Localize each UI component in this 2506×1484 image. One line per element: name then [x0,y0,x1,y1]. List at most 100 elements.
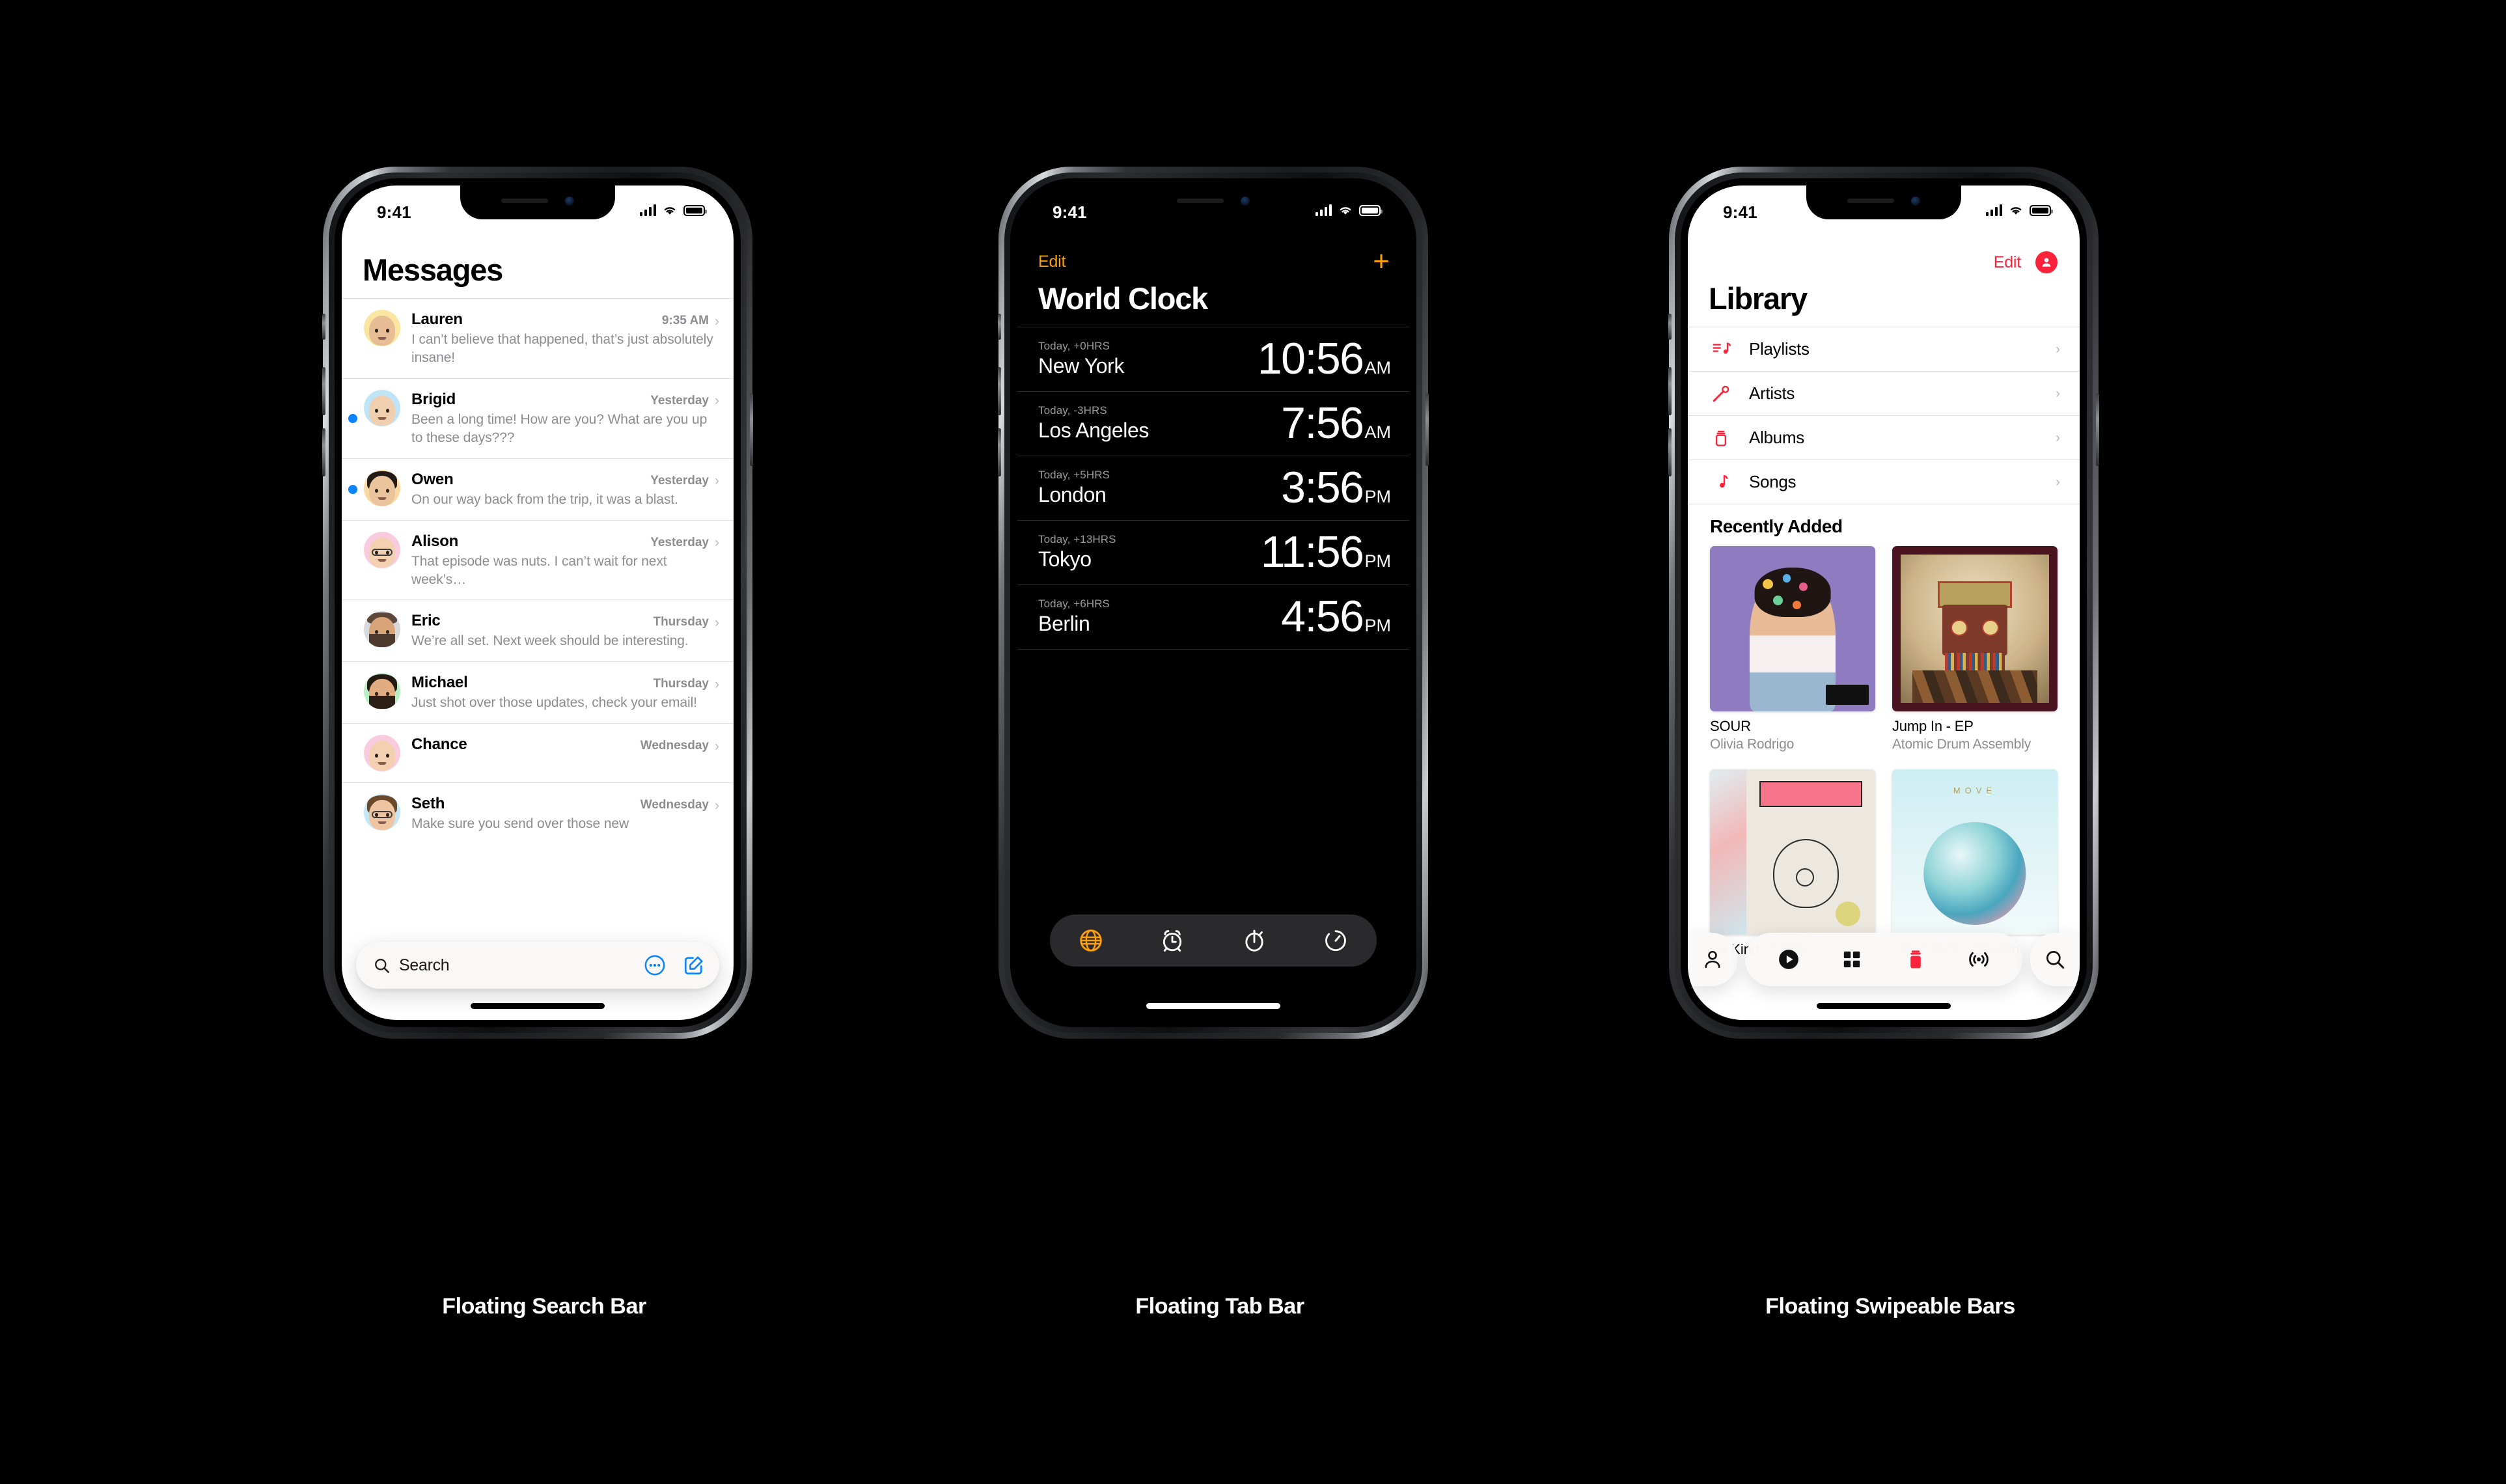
city-name: New York [1038,354,1124,378]
volume-down-button[interactable] [322,428,325,476]
table-row[interactable]: Today, +5HRS London 3:56 PM [1017,456,1409,520]
tab-stopwatch[interactable] [1231,917,1278,964]
sidebar-item-albums[interactable]: Albums › [1688,415,2080,460]
caption-floating-tab-bar: Floating Tab Bar [1135,1294,1304,1319]
poster-canvas: 9:41 Messages Lauren 9:35 AM › I can’t b… [0,0,2506,1484]
power-button[interactable] [1425,393,1429,466]
table-row[interactable]: Michael Thursday › Just shot over those … [342,661,734,723]
home-indicator[interactable] [471,1003,605,1009]
table-row[interactable]: Today, +13HRS Tokyo 11:56 PM [1017,520,1409,584]
message-preview: Been a long time! How are you? What are … [411,411,708,445]
compose-icon[interactable] [683,954,705,976]
person-glyph-icon [2042,258,2051,267]
sidebar-item-artists[interactable]: Artists › [1688,371,2080,415]
table-row[interactable]: Eric Thursday › We’re all set. Next week… [342,599,734,661]
clock-ampm: AM [1364,358,1392,378]
sidebar-item-label: Playlists [1749,339,1810,359]
unread-badge [348,484,357,494]
battery-icon [683,204,707,216]
message-preview: Make sure you send over those new [411,816,629,832]
home-indicator[interactable] [1817,1003,1951,1009]
clock-time: 3:56 [1281,463,1364,512]
recently-added-grid: SOUR Olivia Rodrigo Jump In - EP Atomic … [1688,546,2080,960]
nav-bar: Edit [1688,248,2080,277]
volume-up-button[interactable] [1668,367,1672,415]
status-time: 9:41 [1723,202,1757,222]
timestamp: 9:35 AM [661,314,709,327]
silent-switch[interactable] [1668,314,1672,340]
volume-up-button[interactable] [322,367,325,415]
notch [1136,186,1291,219]
add-city-button[interactable]: + [1373,247,1390,275]
caption-floating-search-bar: Floating Search Bar [442,1294,646,1319]
phone-messages: 9:41 Messages Lauren 9:35 AM › I can’t b… [322,167,753,1039]
tab-browse[interactable] [1832,939,1872,980]
page-title: Messages [363,253,503,287]
search-icon [375,958,389,973]
clock-time: 4:56 [1281,592,1364,641]
chevron-right-icon: › [2056,430,2060,445]
album-card[interactable]: Jump In - EP Atomic Drum Assembly [1892,546,2058,752]
table-row[interactable]: Today, +6HRS Berlin 4:56 PM [1017,584,1409,649]
battery-icon [1359,204,1383,216]
edit-button[interactable]: Edit [1038,253,1066,271]
wifi-icon [2010,207,2022,215]
sidebar-item-playlists[interactable]: Playlists › [1688,327,2080,371]
edit-button[interactable]: Edit [1994,253,2021,272]
table-row[interactable]: Seth Wednesday › Make sure you send over… [342,782,734,844]
tab-library[interactable] [1895,939,1936,980]
volume-down-button[interactable] [1668,428,1672,476]
table-row[interactable]: Owen Yesterday › On our way back from th… [342,458,734,520]
table-row[interactable]: Lauren 9:35 AM › I can’t believe that ha… [342,298,734,378]
tab-timer[interactable] [1312,917,1359,964]
album-card[interactable]: SOUR Olivia Rodrigo [1710,546,1875,752]
phone-music-library: 9:41 Edit Library Playlists › Artists › … [1668,167,2099,1039]
clock-ampm: PM [1364,616,1392,635]
earpiece-speaker [1847,199,1894,203]
search-pill[interactable] [2030,933,2080,986]
front-camera-icon [1911,196,1920,206]
account-pill[interactable] [1688,933,1737,986]
table-row[interactable]: Alison Yesterday › That episode was nuts… [342,519,734,600]
album-card[interactable]: MOVE Move (feat. Sanwich [1892,769,2058,960]
silent-switch[interactable] [998,314,1001,340]
chevron-right-icon: › [2056,474,2060,489]
time-offset: Today, +13HRS [1038,533,1116,545]
floating-search-bar[interactable]: Search [356,942,719,989]
album-card[interactable]: Be Kind - Single [1710,769,1875,960]
city-name: Los Angeles [1038,419,1149,442]
power-button[interactable] [750,393,753,466]
table-row[interactable]: Brigid Yesterday › Been a long time! How… [342,378,734,458]
ellipsis-circle-icon[interactable] [644,954,666,976]
tab-alarm[interactable] [1149,917,1196,964]
home-indicator[interactable] [1146,1003,1280,1009]
time-offset: Today, -3HRS [1038,404,1107,417]
wifi-icon [1340,207,1351,215]
battery-icon [2030,204,2053,216]
volume-up-button[interactable] [998,367,1001,415]
chevron-right-icon: › [715,535,719,551]
contact-name: Seth [411,795,445,813]
caption-floating-swipeable-bars: Floating Swipeable Bars [1765,1294,2015,1319]
chevron-right-icon: › [2056,386,2060,401]
table-row[interactable]: Today, +0HRS New York 10:56 AM [1017,327,1409,391]
power-button[interactable] [2096,393,2099,466]
tab-world-clock[interactable] [1067,917,1114,964]
chevron-right-icon: › [2056,342,2060,357]
silent-switch[interactable] [322,314,325,340]
table-row[interactable]: Today, -3HRS Los Angeles 7:56 AM [1017,391,1409,456]
tab-airplay[interactable] [1959,939,1999,980]
front-camera-icon [1241,196,1250,206]
city-name: London [1038,483,1107,506]
message-preview: That episode was nuts. I can’t wait for … [411,553,667,587]
volume-down-button[interactable] [998,428,1001,476]
status-time: 9:41 [377,202,411,222]
sidebar-item-songs[interactable]: Songs › [1688,460,2080,504]
person-circle-icon[interactable] [2035,251,2058,273]
tab-play[interactable] [1769,939,1809,980]
chevron-right-icon: › [715,614,719,630]
search-input[interactable]: Search [399,956,450,975]
avatar [364,310,400,346]
time-offset: Today, +6HRS [1038,598,1110,610]
table-row[interactable]: Chance Wednesday › [342,723,734,782]
